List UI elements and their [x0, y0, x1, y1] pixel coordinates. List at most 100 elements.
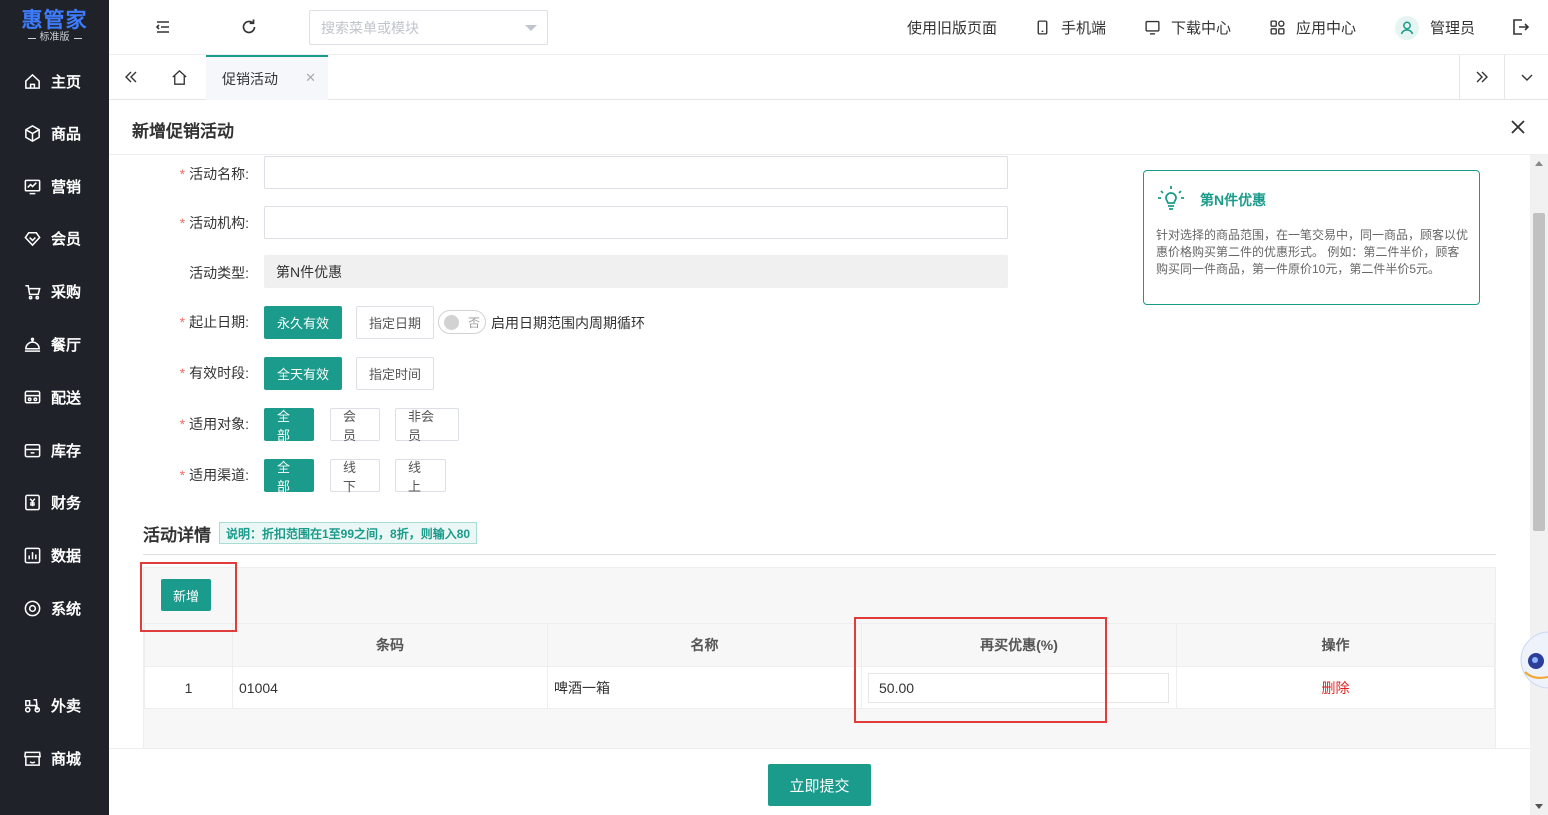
col-discount: 再买优惠(%) [861, 623, 1177, 667]
download-center-link[interactable]: 下载中心 [1144, 0, 1231, 55]
home-tab-button[interactable] [157, 55, 201, 99]
time-allday-button[interactable]: 全天有效 [264, 357, 342, 390]
cycle-toggle[interactable]: 否 [438, 310, 486, 334]
sidebar-item-data[interactable]: 数据 [0, 535, 109, 575]
details-table: 条码 名称 再买优惠(%) 操作 1 01004 啤酒一箱 50.00 删除 [144, 623, 1495, 709]
lightbulb-icon [1158, 186, 1184, 210]
target-label: * 适用对象: [179, 416, 249, 432]
close-icon[interactable] [1508, 117, 1528, 137]
details-table-panel: 新增 条码 名称 再买优惠(%) 操作 1 01004 啤酒一箱 50.00 删… [143, 567, 1496, 748]
truck-icon [24, 390, 41, 403]
promotion-tip-card: 第N件优惠 针对选择的商品范围，在一笔交易中，同一商品，顾客以优惠价格购买第二件… [1143, 170, 1480, 305]
chevron-down-icon [1521, 74, 1532, 81]
channel-all-button[interactable]: 全部 [264, 459, 314, 494]
logo[interactable]: 惠管家 标准版 [0, 0, 109, 54]
top-header: 使用旧版页面 手机端 下载中心 应用中心 管理员 [109, 0, 1548, 55]
col-index [144, 623, 233, 667]
discount-input[interactable] [868, 672, 1169, 703]
user-menu[interactable]: 管理员 [1395, 0, 1475, 55]
divider [143, 554, 1496, 555]
warehouse-icon [24, 443, 41, 457]
activity-name-input[interactable] [264, 156, 1008, 189]
sidebar-item-goods[interactable]: 商品 [0, 113, 109, 153]
mobile-link[interactable]: 手机端 [1034, 0, 1106, 55]
logo-text: 惠管家 [21, 8, 88, 32]
apps-grid-icon [1270, 20, 1285, 35]
target-nonmember-button[interactable]: 非会员 [395, 408, 459, 443]
tabs-scroll-left[interactable] [109, 55, 153, 99]
date-specified-button[interactable]: 指定日期 [356, 306, 434, 339]
close-tab-icon[interactable]: ✕ [305, 70, 316, 86]
sidebar-item-finance[interactable]: 财务 [0, 482, 109, 522]
tabs-dropdown[interactable] [1504, 55, 1548, 99]
menu-fold-icon[interactable] [153, 17, 173, 37]
sidebar: 惠管家 标准版 主页 商品 营销 会员 采购 餐厅 配送 库存 财务 数据 系统… [0, 0, 109, 815]
tip-title: 第N件优惠 [1200, 192, 1267, 208]
menu-search[interactable] [309, 10, 548, 45]
sidebar-item-mall[interactable]: 商城 [0, 738, 109, 778]
dialog-body[interactable]: * 活动名称: * 活动机构: 活动类型: 第N件优惠 * 起止日期: 永久有效 指定… [109, 155, 1530, 748]
home-icon [25, 73, 40, 89]
activity-org-input[interactable] [264, 206, 1008, 239]
chevron-down-icon[interactable] [525, 25, 537, 31]
main-content: 新增促销活动 * 活动名称: * 活动机构: 活动类型: 第N件优惠 * 起止日期: … [109, 100, 1548, 815]
gear-icon [24, 600, 41, 616]
channel-offline-button[interactable]: 线下 [330, 459, 380, 494]
search-input[interactable] [321, 19, 511, 36]
monitor-icon [1145, 20, 1160, 35]
vertical-scrollbar[interactable] [1530, 155, 1548, 815]
scrollbar-thumb[interactable] [1533, 213, 1545, 531]
box-icon [25, 124, 40, 142]
scooter-icon [24, 698, 41, 713]
tip-description: 针对选择的商品范围，在一笔交易中，同一商品，顾客以优惠价格购买第二件的优惠形式。… [1156, 228, 1469, 276]
time-label: * 有效时段: [179, 365, 249, 381]
row-barcode: 01004 [232, 666, 548, 709]
target-member-button[interactable]: 会员 [330, 408, 380, 443]
name-label: * 活动名称: [179, 166, 249, 182]
sidebar-item-delivery[interactable]: 配送 [0, 377, 109, 417]
cycle-label: 启用日期范围内周期循环 [491, 315, 645, 331]
sidebar-item-restaurant[interactable]: 餐厅 [0, 324, 109, 364]
tabs-scroll-right[interactable] [1459, 55, 1503, 99]
sidebar-item-inventory[interactable]: 库存 [0, 430, 109, 470]
row-action-cell: 删除 [1176, 666, 1495, 709]
user-avatar-icon [1395, 15, 1419, 40]
row-name: 啤酒一箱 [547, 666, 862, 709]
double-chevron-right-icon [1476, 71, 1488, 83]
add-item-button[interactable]: 新增 [161, 579, 211, 611]
channel-online-button[interactable]: 线上 [395, 459, 446, 494]
details-title: 活动详情 [143, 526, 211, 545]
chart-icon [24, 179, 41, 194]
time-specified-button[interactable]: 指定时间 [356, 357, 434, 390]
add-promotion-dialog: 新增促销活动 * 活动名称: * 活动机构: 活动类型: 第N件优惠 * 起止日期: … [109, 100, 1548, 815]
sidebar-item-system[interactable]: 系统 [0, 588, 109, 628]
sidebar-item-purchase[interactable]: 采购 [0, 271, 109, 311]
store-icon [24, 751, 41, 766]
home-icon [171, 69, 187, 85]
table-row: 1 01004 啤酒一箱 删除 [144, 666, 1495, 709]
channel-label: * 适用渠道: [179, 467, 249, 483]
sidebar-item-home[interactable]: 主页 [0, 61, 109, 101]
tab-promotion[interactable]: 促销活动 ✕ [206, 55, 328, 100]
app-center-link[interactable]: 应用中心 [1269, 0, 1356, 55]
scroll-up-icon[interactable] [1535, 161, 1543, 166]
logout-icon[interactable] [1510, 17, 1530, 37]
type-label: 活动类型: [189, 265, 249, 281]
refresh-icon[interactable] [239, 17, 259, 37]
assistant-float-icon[interactable] [1519, 630, 1548, 690]
sidebar-item-takeout[interactable]: 外卖 [0, 685, 109, 725]
col-barcode: 条码 [232, 623, 548, 667]
dialog-header: 新增促销活动 [109, 100, 1548, 155]
sidebar-item-member[interactable]: 会员 [0, 218, 109, 258]
col-name: 名称 [547, 623, 862, 667]
date-label: * 起止日期: [179, 314, 249, 330]
old-version-link[interactable]: 使用旧版页面 [907, 0, 997, 55]
row-index: 1 [144, 666, 233, 709]
date-permanent-button[interactable]: 永久有效 [264, 306, 342, 339]
scroll-down-icon[interactable] [1535, 804, 1543, 809]
submit-button[interactable]: 立即提交 [768, 764, 871, 806]
dish-icon [24, 337, 41, 352]
sidebar-item-marketing[interactable]: 营销 [0, 166, 109, 206]
delete-row-link[interactable]: 删除 [1322, 680, 1350, 696]
target-all-button[interactable]: 全部 [264, 408, 314, 443]
